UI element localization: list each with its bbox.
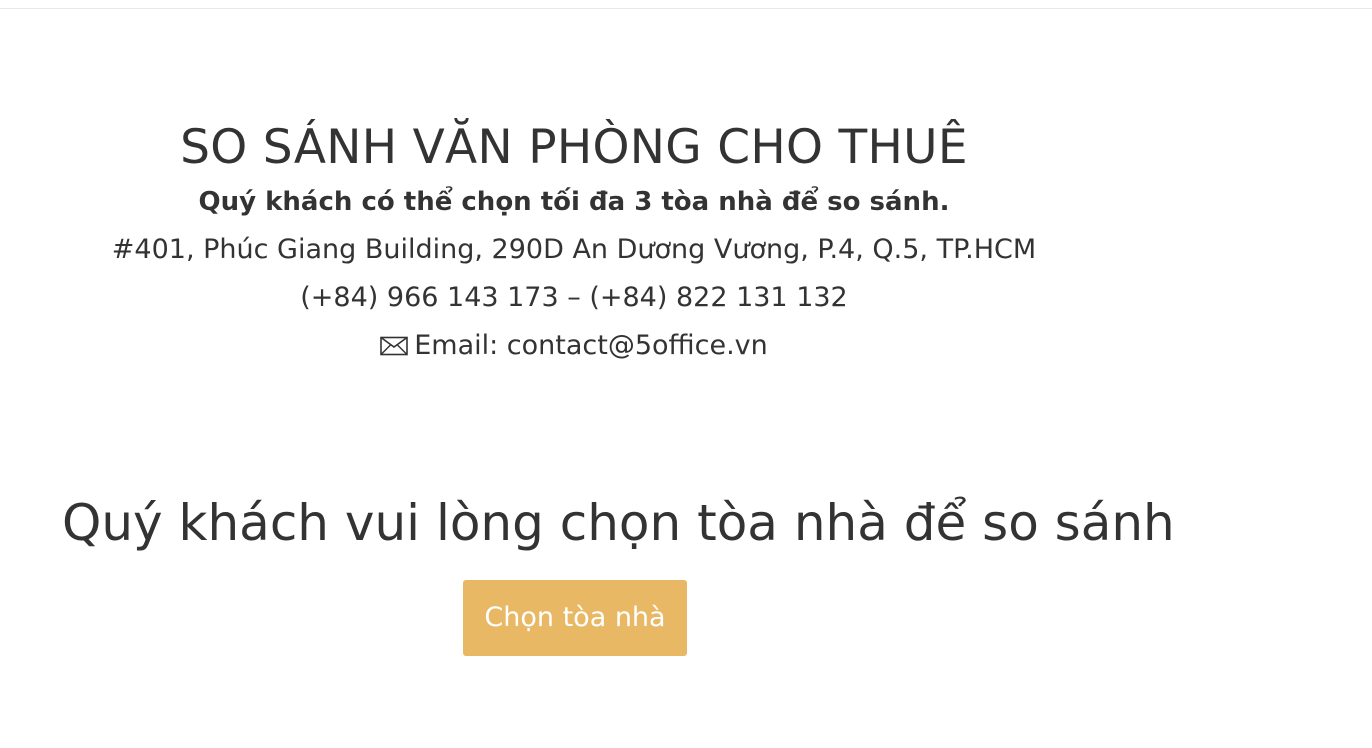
- page-title: SO SÁNH VĂN PHÒNG CHO THUÊ: [180, 120, 968, 175]
- select-building-button[interactable]: Chọn tòa nhà: [463, 580, 687, 656]
- phone-numbers: (+84) 966 143 173 – (+84) 822 131 132: [300, 282, 848, 313]
- subtitle: Quý khách có thể chọn tối đa 3 tòa nhà đ…: [198, 187, 950, 217]
- address: #401, Phúc Giang Building, 290D An Dương…: [111, 234, 1037, 265]
- email-link[interactable]: Email: contact@5office.vn: [414, 322, 768, 370]
- email-row: Email: contact@5office.vn: [0, 322, 1148, 372]
- contact-header: SO SÁNH VĂN PHÒNG CHO THUÊ Quý khách có …: [0, 118, 1148, 372]
- top-divider: [0, 0, 1372, 9]
- envelope-icon: [380, 336, 409, 356]
- compare-heading: Quý khách vui lòng chọn tòa nhà để so sá…: [62, 494, 1175, 552]
